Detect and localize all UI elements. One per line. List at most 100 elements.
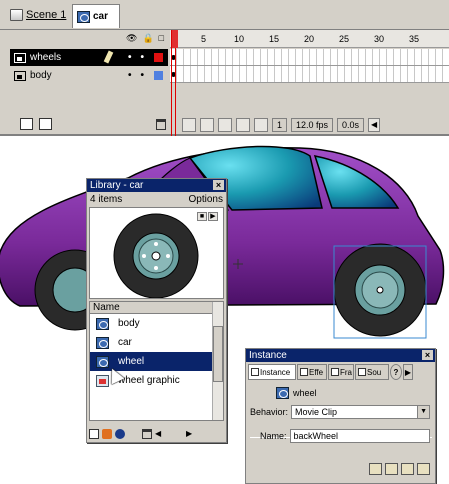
ruler-tick: 15 xyxy=(269,34,280,44)
layer-row-wheels[interactable]: wheels • • xyxy=(10,49,168,66)
onion-outline-button[interactable] xyxy=(218,118,232,132)
ruler-tick: 5 xyxy=(201,34,207,44)
list-item[interactable]: car xyxy=(90,333,223,352)
edit-actions-button[interactable] xyxy=(385,463,398,475)
scroll-left-arrow[interactable]: ◀ xyxy=(155,429,165,439)
add-layer-button[interactable] xyxy=(20,118,33,130)
instance-symbol-name: wheel xyxy=(293,388,317,398)
tab-scroll-arrow[interactable]: ▶ xyxy=(403,364,413,380)
name-row: Name: backWheel xyxy=(260,429,430,443)
tab-effect[interactable]: Effe xyxy=(297,364,327,380)
symbol-preview: ■ ▶ xyxy=(89,207,224,299)
library-list: Name body car wheel wheel graphic xyxy=(89,301,224,421)
layer-name: wheels xyxy=(30,52,62,63)
list-item[interactable]: wheel xyxy=(90,352,223,371)
add-guide-button[interactable] xyxy=(39,118,52,130)
scroll-left-arrow[interactable]: ◀ xyxy=(368,118,381,132)
vertical-scrollbar[interactable] xyxy=(212,302,223,420)
new-folder-button[interactable] xyxy=(102,429,112,439)
options-menu[interactable]: Options xyxy=(189,194,223,205)
layer-icon xyxy=(14,52,26,63)
instance-title: Instance xyxy=(249,350,287,361)
scene-breadcrumb[interactable]: Scene 1 xyxy=(10,9,66,21)
ruler-tick: 35 xyxy=(409,34,420,44)
timeline-status-bar: 1 12.0 fps 0.0s ◀ xyxy=(170,118,381,132)
tab-instance[interactable]: Instance xyxy=(248,364,296,380)
item-label: wheel xyxy=(118,356,145,367)
delete-layer-icon[interactable] xyxy=(156,119,166,130)
item-label: body xyxy=(118,318,140,329)
movie-clip-icon xyxy=(96,355,109,368)
scene-bar: Scene 1 car xyxy=(0,0,449,30)
list-item[interactable]: body xyxy=(90,314,223,333)
name-label: Name: xyxy=(260,431,287,441)
layer-name: body xyxy=(30,70,52,81)
tab-sound[interactable]: Sou xyxy=(355,364,389,380)
instance-name-input[interactable]: backWheel xyxy=(289,429,430,443)
close-icon[interactable]: × xyxy=(422,350,433,360)
onion-markers-button[interactable] xyxy=(254,118,268,132)
movie-clip-icon xyxy=(96,317,109,330)
library-panel: Library - car × 4 items Options ■ ▶ Name… xyxy=(86,178,227,443)
find-in-library-button[interactable] xyxy=(417,463,430,475)
ruler-tick: 25 xyxy=(339,34,350,44)
movie-clip-icon xyxy=(276,387,289,399)
instance-symbol: wheel xyxy=(276,387,317,399)
library-titlebar[interactable]: Library - car × xyxy=(87,179,226,192)
scroll-right-arrow[interactable]: ▶ xyxy=(186,429,196,439)
symbol-tab-label: car xyxy=(93,11,109,22)
layer-column-icons: 👁 🔒 □ xyxy=(126,33,164,44)
layer-color-swatch[interactable] xyxy=(154,71,163,80)
frame-grid[interactable] xyxy=(170,49,449,83)
symbol-breadcrumb-tab[interactable]: car xyxy=(72,4,120,28)
chevron-down-icon[interactable]: ▼ xyxy=(417,406,430,418)
onion-skin-button[interactable] xyxy=(200,118,214,132)
play-button[interactable]: ▶ xyxy=(208,212,218,221)
close-icon[interactable]: × xyxy=(213,180,224,190)
column-header[interactable]: Name xyxy=(90,302,223,314)
current-frame: 1 xyxy=(272,118,288,132)
swap-symbol-button[interactable] xyxy=(369,463,382,475)
delete-icon[interactable] xyxy=(142,429,152,439)
instance-titlebar[interactable]: Instance × xyxy=(246,349,435,362)
center-frame-button[interactable] xyxy=(182,118,196,132)
ruler-tick: 10 xyxy=(234,34,245,44)
eye-icon[interactable]: 👁 xyxy=(126,33,137,44)
movie-clip-icon xyxy=(96,336,109,349)
preview-controls: ■ ▶ xyxy=(197,212,218,221)
layer-buttons xyxy=(20,118,52,130)
library-title: Library - car xyxy=(90,180,144,191)
layer-toggles[interactable]: • • xyxy=(128,70,144,81)
layer-toggles[interactable]: • • xyxy=(128,52,144,63)
frame-area: 1 5 10 15 20 25 30 35 1 12.0 fps 0.0s ◀ xyxy=(170,30,449,136)
library-header: 4 items Options xyxy=(87,192,226,206)
elapsed-time: 0.0s xyxy=(337,118,365,132)
item-label: wheel graphic xyxy=(118,375,180,386)
scene-icon xyxy=(10,9,23,21)
layer-icon xyxy=(14,70,26,81)
lock-icon[interactable]: 🔒 xyxy=(142,33,153,44)
help-icon[interactable]: ? xyxy=(390,364,402,380)
wheel-preview-image xyxy=(113,213,199,299)
layer-color-swatch[interactable] xyxy=(154,53,163,62)
timeline-panel: 👁 🔒 □ wheels •• body •• 1 5 10 15 xyxy=(0,30,449,136)
back-wheel[interactable] xyxy=(333,243,427,337)
edit-symbol-button[interactable] xyxy=(401,463,414,475)
outline-icon[interactable]: □ xyxy=(159,33,164,44)
new-symbol-button[interactable] xyxy=(89,429,99,439)
layer-row-body[interactable]: body • • xyxy=(10,67,168,84)
edit-multiple-button[interactable] xyxy=(236,118,250,132)
behavior-select[interactable]: Movie Clip ▼ xyxy=(291,405,431,419)
instance-panel: Instance × Instance Effe Fra Sou ? ▶ whe… xyxy=(245,348,436,484)
panel-tabs: Instance Effe Fra Sou ? ▶ xyxy=(248,364,434,381)
scene-label[interactable]: Scene 1 xyxy=(26,9,66,21)
frame-ruler[interactable]: 1 5 10 15 20 25 30 35 xyxy=(170,30,449,48)
tab-frame[interactable]: Fra xyxy=(328,364,354,380)
instance-toolbar xyxy=(369,463,430,475)
frame-rate: 12.0 fps xyxy=(291,118,334,132)
item-label: car xyxy=(118,337,132,348)
ruler-tick: 20 xyxy=(304,34,315,44)
stop-button[interactable]: ■ xyxy=(197,212,207,221)
pencil-icon xyxy=(103,50,114,64)
properties-button[interactable] xyxy=(115,429,125,439)
